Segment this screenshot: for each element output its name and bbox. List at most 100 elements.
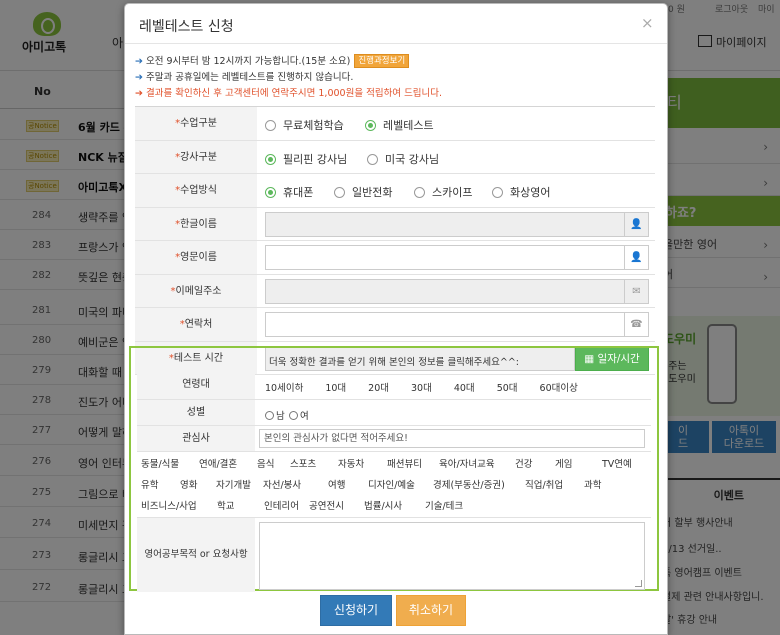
age-option[interactable]: 40대 [454,380,475,394]
radio-mobile[interactable]: 휴대폰 [265,184,313,200]
label-korean-name: *한글이름 [135,207,257,240]
row-purpose: 영어공부목적 or 요청사항 [137,518,651,592]
age-option[interactable]: 20대 [368,380,389,394]
email-input[interactable]: ✉ [265,278,649,304]
notice-reward: ➔ 결과를 확인하신 후 고객센터에 연락주시면 1,000원을 적립하여 드립니… [135,86,655,102]
notice-list: ➔ 오전 9시부터 밤 12시까지 가능합니다.(15분 소요) 진행과정보기 ➔ 주… [135,54,655,102]
label-age: 연령대 [137,370,255,399]
category-line: 유학 영화 자기개발 자선/봉사 여행 디자인/예술 경제(부동산/증권) 직업/취업 과학 [137,473,651,494]
notice-reward-text: 결과를 확인하신 후 고객센터에 연락주시면 1,000원을 적립하여 드립니다… [145,88,443,99]
extra-info-title: 더욱 정확한 결과를 얻기 위해 본인의 정보를 클릭해주세요^^: [268,357,520,368]
notice-weekend: ➔ 주말과 공휴일에는 레벨테스트를 진행하지 않습니다. [135,70,655,86]
category-option[interactable]: 음식 [257,456,274,470]
category-option[interactable]: 연애/결혼 [199,456,237,470]
category-option[interactable]: 패션뷰티 [387,456,422,470]
arrow-right-icon: ➔ [135,72,143,83]
category-line: 동물/식물 연애/결혼 음식 스포츠 자동차 패션뷰티 육아/자녀교육 건강 게임 TV연예 [137,452,651,473]
radio-american-teacher[interactable]: 미국 강사님 [367,151,439,167]
label-class-type: *수업구분 [135,107,257,140]
row-english-name: *영문이름 👤 [135,241,655,275]
label-email: *이메일주소 [135,274,257,307]
notice-hours: ➔ 오전 9시부터 밤 12시까지 가능합니다.(15분 소요) 진행과정보기 [135,54,655,70]
row-teacher-type: *강사구분 필리핀 강사님 미국 강사님 [135,140,655,174]
radio-level-test[interactable]: 레벨테스트 [365,117,434,133]
purpose-textarea[interactable] [259,522,645,590]
notice-weekend-text: 주말과 공휴일에는 레벨테스트를 진행하지 않습니다. [145,72,354,83]
category-option[interactable]: 디자인/예술 [368,477,415,491]
row-method: *수업방식 휴대폰 일반전화 스카이프 화상영어 [135,174,655,208]
category-option[interactable]: 직업/취업 [525,477,563,491]
english-name-input[interactable]: 👤 [265,245,649,270]
row-interest: 관심사 본인의 관심사가 없다면 적어주세요! [137,426,651,452]
extra-info-section: 더욱 정확한 결과를 얻기 위해 본인의 정보를 클릭해주세요^^: 연령대 1… [129,346,659,592]
category-line: 비즈니스/사업 학교 인테리어 공연전시 법률/시사 기술/테크 [137,494,651,515]
category-option[interactable]: 유학 [141,477,158,491]
category-option[interactable]: 동물/식물 [141,456,179,470]
age-option[interactable]: 50대 [497,380,518,394]
category-option[interactable]: 경제(부동산/증권) [433,477,505,491]
application-form: *수업구분 무료체험학습 레벨테스트 *강사구분 필리핀 강사님 미국 강사님 … [135,106,655,375]
cancel-button[interactable]: 취소하기 [396,595,466,626]
row-contact: *연락처 ☎ [135,308,655,342]
row-korean-name: *한글이름 👤 [135,207,655,241]
label-teacher-type: *강사구분 [135,140,257,173]
radio-circle-icon [289,411,298,420]
category-option[interactable]: 건강 [515,456,532,470]
radio-filipino-teacher[interactable]: 필리핀 강사님 [265,151,347,167]
category-option[interactable]: 비즈니스/사업 [141,498,197,512]
category-option[interactable]: 게임 [555,456,572,470]
radio-free-trial[interactable]: 무료체험학습 [265,117,344,133]
age-option[interactable]: 10대 [325,380,346,394]
notice-hours-text: 오전 9시부터 밤 12시까지 가능합니다.(15분 소요) [145,56,351,67]
arrow-right-icon: ➔ [135,88,143,99]
label-method: *수업방식 [135,174,257,207]
row-age: 연령대 10세이하 10대 20대 30대 40대 50대 60대이상 [137,370,651,400]
row-gender: 성별 남 여 [137,400,651,426]
level-test-modal: 레벨테스트 신청 × ➔ 오전 9시부터 밤 12시까지 가능합니다.(15분 소… [124,3,668,635]
category-option[interactable]: 법률/시사 [364,498,402,512]
radio-skype[interactable]: 스카이프 [414,184,472,200]
label-interest: 관심사 [137,426,255,451]
category-option[interactable]: 자동차 [338,456,364,470]
radio-circle-icon [265,411,274,420]
gender-male[interactable]: 남 [265,408,285,422]
interest-input[interactable]: 본인의 관심사가 없다면 적어주세요! [259,429,645,448]
age-option[interactable]: 30대 [411,380,432,394]
contact-input[interactable]: ☎ [265,312,649,337]
category-option[interactable]: 여행 [328,477,345,491]
user-icon: 👤 [624,246,648,269]
category-option[interactable]: 학교 [217,498,234,512]
submit-button[interactable]: 신청하기 [320,595,392,626]
modal-title: 레벨테스트 신청 [139,19,234,35]
category-option[interactable]: 자기개발 [216,477,251,491]
label-gender: 성별 [137,400,255,425]
interest-categories: 동물/식물 연애/결혼 음식 스포츠 자동차 패션뷰티 육아/자녀교육 건강 게임 TV연예유학 영… [137,452,651,518]
category-option[interactable]: 스포츠 [290,456,316,470]
close-icon[interactable]: × [641,14,654,32]
category-option[interactable]: 기술/테크 [425,498,463,512]
category-option[interactable]: TV연예 [602,456,632,470]
category-option[interactable]: 인테리어 [264,498,299,512]
category-option[interactable]: 자선/봉사 [263,477,301,491]
row-email: *이메일주소 ✉ [135,274,655,308]
radio-video[interactable]: 화상영어 [492,184,550,200]
category-option[interactable]: 공연전시 [309,498,344,512]
envelope-icon: ✉ [624,279,648,303]
row-class-type: *수업구분 무료체험학습 레벨테스트 [135,107,655,141]
age-option[interactable]: 60대이상 [540,380,578,394]
phone-icon: ☎ [624,313,648,336]
arrow-right-icon: ➔ [135,56,143,67]
category-option[interactable]: 과학 [584,477,601,491]
gender-female[interactable]: 여 [289,408,309,422]
age-options: 10세이하 10대 20대 30대 40대 50대 60대이상 [265,380,600,394]
radio-landline[interactable]: 일반전화 [334,184,392,200]
label-english-name: *영문이름 [135,241,257,274]
category-option[interactable]: 육아/자녀교육 [439,456,495,470]
label-contact: *연락처 [135,308,257,341]
modal-header: 레벨테스트 신청 × [125,4,667,44]
age-option[interactable]: 10세이하 [265,380,303,394]
category-option[interactable]: 영화 [180,477,197,491]
label-purpose: 영어공부목적 or 요청사항 [137,518,255,592]
process-view-button[interactable]: 진행과정보기 [354,54,410,68]
user-icon: 👤 [624,212,648,236]
